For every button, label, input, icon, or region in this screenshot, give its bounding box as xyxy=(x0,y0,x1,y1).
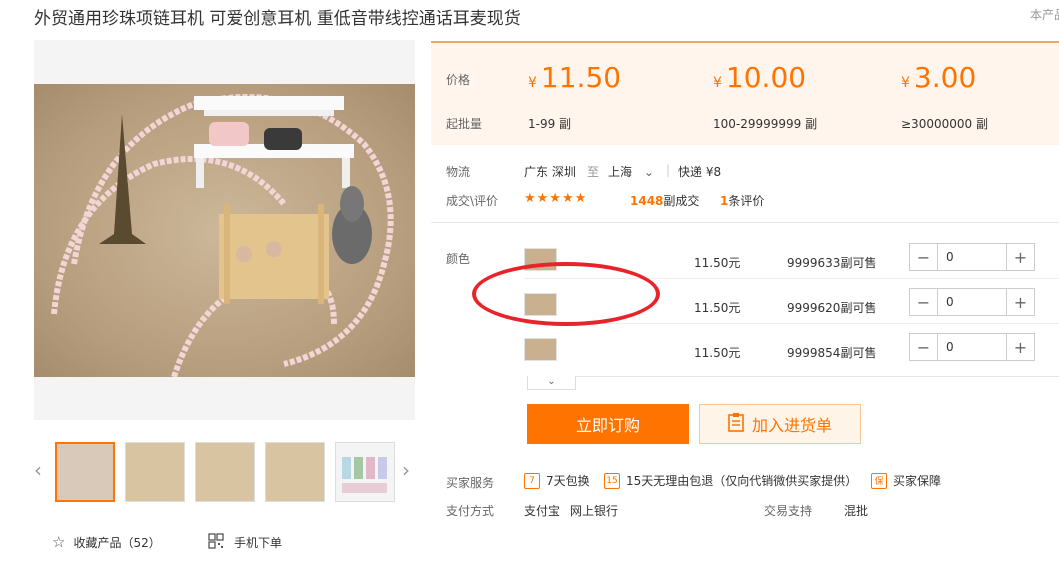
moq-tier-1: 1-99 副 xyxy=(528,117,572,131)
thumbnail-1[interactable] xyxy=(55,442,115,502)
price-label: 价格 xyxy=(446,73,471,87)
decrement-button[interactable]: − xyxy=(910,289,937,315)
price-tier-3: ¥3.00 xyxy=(901,61,977,94)
price-tier-1: ¥11.50 xyxy=(528,61,622,94)
add-to-cart-button[interactable]: 加入进货单 xyxy=(699,404,861,444)
deal-count[interactable]: 1448副成交 xyxy=(630,192,699,209)
logistics-origin: 广东 深圳 xyxy=(524,165,576,179)
trade-support-label: 交易支持 xyxy=(764,504,813,518)
decrement-button[interactable]: − xyxy=(910,244,937,270)
moq-tier-2: 100-29999999 副 xyxy=(713,117,818,131)
separator: | xyxy=(666,163,671,177)
payment-alipay: 支付宝 xyxy=(524,504,561,518)
decrement-button[interactable]: − xyxy=(910,334,937,360)
sku-thumbnail[interactable] xyxy=(524,338,557,361)
payment-label: 支付方式 xyxy=(446,504,495,518)
divider xyxy=(431,222,1059,223)
thumbnail-strip: ‹ › xyxy=(34,440,415,504)
service-item[interactable]: 保买家保障 xyxy=(871,472,941,489)
trade-support-value: 混批 xyxy=(844,504,869,518)
rating-stars: ★★★★★ xyxy=(524,191,588,206)
price-panel: 价格 起批量 ¥11.50 ¥10.00 ¥3.00 1-99 副 100-29… xyxy=(431,41,1059,145)
product-photo xyxy=(34,84,415,378)
sku-stock: 9999633副可售 xyxy=(787,256,877,270)
thumbnail-2[interactable] xyxy=(125,442,185,502)
chevron-down-icon: ⌄ xyxy=(643,165,654,179)
logistics-to: 至 xyxy=(587,165,600,179)
thumb-next-icon[interactable]: › xyxy=(402,458,410,482)
increment-button[interactable]: + xyxy=(1007,289,1034,315)
shipping-method: 快递 ¥8 xyxy=(678,165,722,179)
service-item[interactable]: 15 15天无理由包退（仅向代销微供买家提供） xyxy=(604,472,857,489)
return-7day-icon: 7 xyxy=(524,472,540,489)
qr-code-icon xyxy=(208,533,224,552)
divider xyxy=(576,376,1059,377)
thumbnail-5[interactable] xyxy=(335,442,395,502)
add-to-cart-label: 加入进货单 xyxy=(751,416,832,435)
quantity-stepper: − 0 + xyxy=(909,243,1035,271)
star-outline-icon: ☆ xyxy=(52,533,66,551)
increment-button[interactable]: + xyxy=(1007,334,1034,360)
favorite-product-button[interactable]: ☆ 收藏产品（52） xyxy=(52,533,161,551)
moq-label: 起批量 xyxy=(446,117,483,131)
destination-select[interactable]: 上海 ⌄ xyxy=(608,163,654,180)
sku-row: 11.50元 9999854副可售 − 0 + xyxy=(431,333,1059,378)
sku-price: 11.50元 xyxy=(694,256,741,270)
quantity-stepper: − 0 + xyxy=(909,288,1035,316)
thumbnail-3[interactable] xyxy=(195,442,255,502)
main-product-image[interactable] xyxy=(34,40,415,420)
corner-note: 本产品 xyxy=(1030,8,1059,22)
thumb-prev-icon[interactable]: ‹ xyxy=(34,458,42,482)
services-label: 买家服务 xyxy=(446,476,495,490)
annotation-circle xyxy=(472,262,660,326)
product-title: 外贸通用珍珠项链耳机 可爱创意耳机 重低音带线控通话耳麦现货 xyxy=(34,9,521,29)
order-now-button[interactable]: 立即订购 xyxy=(527,404,689,444)
price-tier-2: ¥10.00 xyxy=(713,61,807,94)
review-count[interactable]: 1条评价 xyxy=(720,192,764,209)
favorite-label: 收藏产品（52） xyxy=(73,535,161,550)
payment-bank: 网上银行 xyxy=(570,504,619,518)
thumbnail-4[interactable] xyxy=(265,442,325,502)
sku-stock: 9999854副可售 xyxy=(787,346,877,360)
quantity-input[interactable]: 0 xyxy=(937,289,1007,315)
mobile-order-label: 手机下单 xyxy=(234,536,283,550)
quantity-stepper: − 0 + xyxy=(909,333,1035,361)
service-item[interactable]: 7 7天包换 xyxy=(524,472,590,489)
clipboard-icon xyxy=(728,412,744,436)
return-15day-icon: 15 xyxy=(604,472,620,489)
sku-price: 11.50元 xyxy=(694,301,741,315)
moq-tier-3: ≥30000000 副 xyxy=(901,117,988,131)
buyer-protection-icon: 保 xyxy=(871,472,887,489)
quantity-input[interactable]: 0 xyxy=(937,334,1007,360)
expand-sku-button[interactable]: ⌄ xyxy=(527,376,576,390)
mobile-order-button[interactable]: 手机下单 xyxy=(208,533,282,552)
logistics-label: 物流 xyxy=(446,165,471,179)
quantity-input[interactable]: 0 xyxy=(937,244,1007,270)
deals-label: 成交\评价 xyxy=(446,194,499,208)
increment-button[interactable]: + xyxy=(1007,244,1034,270)
sku-price: 11.50元 xyxy=(694,346,741,360)
sku-stock: 9999620副可售 xyxy=(787,301,877,315)
